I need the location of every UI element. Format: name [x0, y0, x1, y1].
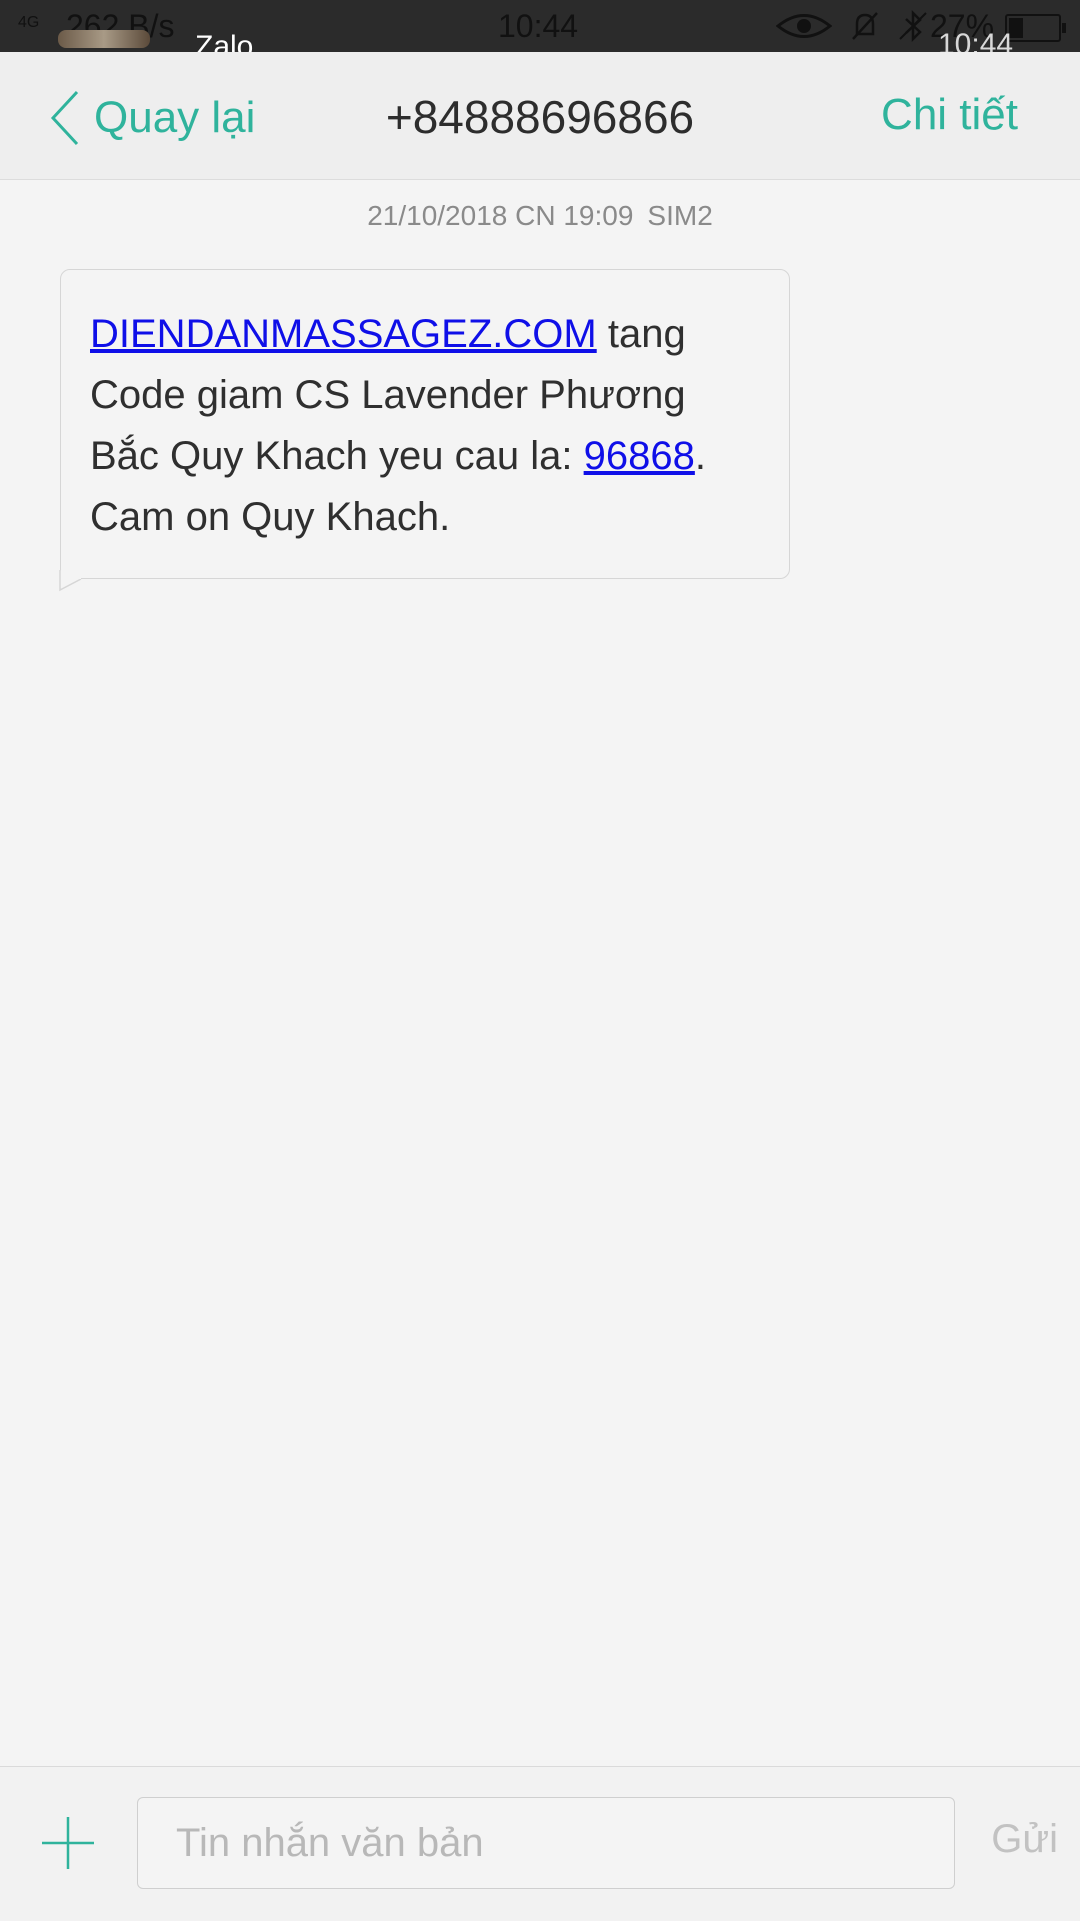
status-bar: 4G 262 B/s Zalo 10:44 27% 10:44 — [0, 0, 1080, 52]
network-type: 4G — [18, 14, 40, 31]
message-bubble[interactable]: DIENDANMASSAGEZ.COM tang Code giam CS La… — [60, 269, 790, 579]
bell-muted-icon — [850, 10, 880, 47]
message-timestamp: 21/10/2018 CN 19:09 SIM2 — [0, 200, 1080, 232]
notification-time: 10:44 — [938, 28, 1014, 52]
eye-icon — [775, 11, 833, 46]
message-input[interactable] — [137, 1797, 955, 1889]
notification-app-name: Zalo — [195, 30, 254, 52]
plus-icon — [42, 1817, 94, 1869]
conversation-header: Quay lại +84888696866 Chi tiết — [0, 52, 1080, 180]
battery-icon — [1005, 14, 1066, 42]
message-link[interactable]: DIENDANMASSAGEZ.COM — [90, 312, 597, 356]
notification-thumbnail — [58, 30, 150, 48]
bubble-tail — [59, 570, 82, 592]
timestamp-date: 21/10/2018 CN 19:09 — [367, 200, 634, 231]
status-icons — [775, 9, 928, 47]
timestamp-sim: SIM2 — [647, 200, 713, 231]
bluetooth-icon — [898, 9, 928, 47]
message-code-link[interactable]: 96868 — [584, 434, 695, 478]
compose-bar: Gửi — [0, 1766, 1080, 1921]
status-time: 10:44 — [498, 8, 579, 44]
add-attachment-button[interactable] — [38, 1813, 98, 1873]
details-button[interactable]: Chi tiết — [881, 90, 1018, 140]
send-button[interactable]: Gửi — [991, 1817, 1058, 1862]
